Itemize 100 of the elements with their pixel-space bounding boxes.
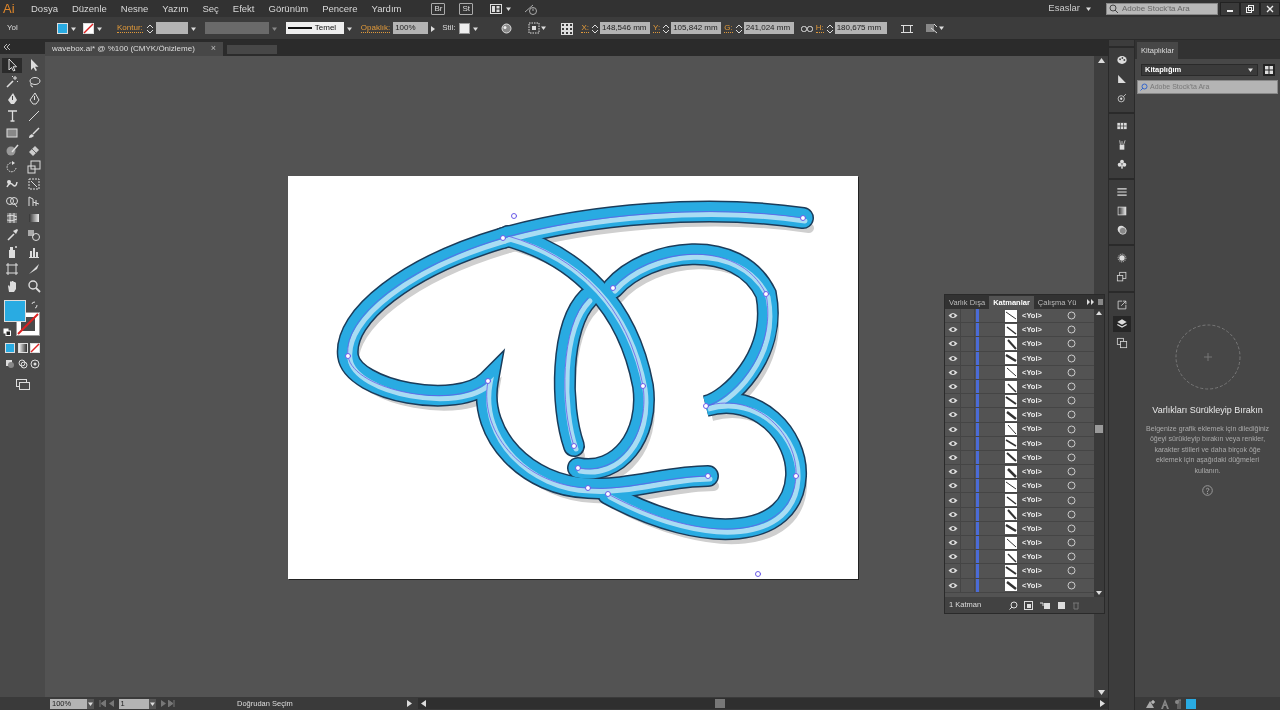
make-clipping-mask-icon[interactable] (1024, 600, 1033, 610)
align-icon[interactable] (528, 22, 541, 34)
panel-menu-icon[interactable] (1086, 298, 1104, 306)
character-style-icon[interactable] (1160, 698, 1170, 709)
new-sublayer-icon[interactable] (1039, 600, 1051, 610)
bridge-button[interactable]: Br (431, 2, 446, 15)
add-library-icon[interactable] (1145, 698, 1156, 709)
draw-inside-icon[interactable] (30, 359, 40, 369)
eye-icon[interactable] (947, 326, 958, 334)
eye-icon[interactable] (947, 581, 958, 589)
menu-item[interactable]: Pencere (315, 0, 365, 17)
stroke-none-swatch[interactable] (83, 22, 94, 34)
coordinate-field[interactable]: 105,842 mm (671, 22, 722, 34)
eye-icon[interactable] (947, 439, 958, 447)
variable-width-field[interactable] (204, 22, 269, 34)
coordinate-label[interactable]: X: (581, 23, 590, 33)
swap-arrow-icon[interactable] (30, 301, 39, 309)
menu-item[interactable]: Görünüm (261, 0, 316, 17)
fill-swatch[interactable] (57, 22, 68, 34)
draw-behind-icon[interactable] (17, 359, 28, 369)
bridge-button[interactable]: St (459, 2, 473, 15)
caret-icon[interactable] (96, 25, 103, 32)
color-swatch-icon[interactable] (1186, 698, 1196, 709)
menu-item[interactable]: Dosya (24, 0, 65, 17)
coordinate-label[interactable]: G: (724, 23, 733, 33)
close-button[interactable] (1260, 1, 1280, 16)
next-page-icon[interactable] (160, 700, 166, 707)
stepper-icon[interactable] (591, 22, 600, 35)
eye-icon[interactable] (947, 553, 958, 561)
coordinate-field[interactable]: 241,024 mm (743, 22, 794, 34)
paragraph-icon[interactable] (1174, 698, 1182, 709)
scroll-thumb[interactable] (1095, 425, 1103, 433)
caret-icon[interactable] (345, 25, 353, 32)
menu-item[interactable]: Yazım (155, 0, 196, 17)
opacity-label[interactable]: Opaklık: (360, 23, 391, 33)
scroll-up-icon[interactable] (1096, 311, 1102, 315)
expand-arrow-icon[interactable] (430, 24, 437, 33)
eye-icon[interactable] (947, 340, 958, 348)
workspace-switcher[interactable]: Esaslar (1048, 1, 1080, 16)
reference-point-icon[interactable] (561, 22, 574, 35)
caret-icon[interactable] (1085, 5, 1092, 12)
scroll-up-icon[interactable] (1097, 58, 1105, 63)
caret-icon[interactable] (540, 25, 548, 31)
menu-item[interactable]: Nesne (113, 0, 156, 17)
coordinate-field[interactable]: 148,546 mm (600, 22, 651, 34)
eye-icon[interactable] (947, 397, 958, 405)
menu-item[interactable]: Yardım (364, 0, 409, 17)
sync-icon[interactable] (523, 3, 538, 16)
first-page-icon[interactable] (99, 700, 106, 707)
restore-button[interactable] (1240, 1, 1260, 16)
caret-icon[interactable] (504, 5, 512, 12)
new-layer-icon[interactable] (1057, 600, 1066, 610)
eye-icon[interactable] (947, 468, 958, 476)
stroke-weight-label[interactable]: Kontur: (117, 23, 143, 33)
stroke-style-field[interactable]: Temel (285, 22, 344, 34)
status-menu-arrow-icon[interactable] (407, 700, 412, 707)
none-mode-icon[interactable] (30, 343, 40, 353)
default-colors-icon[interactable] (2, 328, 11, 336)
stock-search-box[interactable]: Adobe Stock'ta Ara (1106, 2, 1218, 15)
caret-icon[interactable] (1247, 67, 1254, 73)
horizontal-scrollbar[interactable] (418, 698, 1108, 709)
eye-icon[interactable] (947, 539, 958, 547)
caret-icon[interactable] (70, 25, 77, 32)
eye-icon[interactable] (947, 312, 958, 320)
draw-normal-icon[interactable] (5, 359, 15, 369)
coordinate-label[interactable]: Y: (653, 23, 661, 33)
eye-icon[interactable] (947, 496, 958, 504)
grid-view-icon[interactable] (1263, 64, 1275, 76)
coordinate-label[interactable]: H: (815, 23, 824, 33)
eye-icon[interactable] (947, 510, 958, 518)
arrange-documents-icon[interactable] (490, 3, 502, 14)
fill-color-swatch[interactable] (3, 300, 26, 322)
menu-item[interactable]: Efekt (225, 0, 262, 17)
link-proportions-icon[interactable] (800, 23, 813, 34)
eye-icon[interactable] (947, 354, 958, 362)
recolor-icon[interactable] (501, 23, 513, 35)
stepper-icon[interactable] (734, 22, 743, 35)
help-icon[interactable] (1202, 484, 1213, 496)
eye-icon[interactable] (947, 411, 958, 419)
stepper-icon[interactable] (145, 22, 154, 35)
caret-icon[interactable] (148, 700, 156, 707)
scroll-down-icon[interactable] (1097, 690, 1105, 695)
collapse-icon[interactable] (2, 44, 11, 50)
stepper-icon[interactable] (662, 22, 671, 35)
stock-search-field[interactable]: Adobe Stock'ta Ara (1122, 2, 1217, 15)
eye-icon[interactable] (947, 524, 958, 532)
previous-page-icon[interactable] (108, 700, 114, 707)
stroke-weight-field[interactable] (155, 22, 188, 34)
eye-icon[interactable] (947, 482, 958, 490)
opacity-field[interactable]: 100% (393, 22, 429, 34)
menu-item[interactable]: Düzenle (64, 0, 114, 17)
caret-icon[interactable] (937, 25, 945, 31)
coordinate-field[interactable]: 180,675 mm (834, 22, 887, 34)
eye-icon[interactable] (947, 368, 958, 376)
menu-item[interactable]: Seç (195, 0, 226, 17)
eye-icon[interactable] (947, 425, 958, 433)
layers-icon[interactable] (1112, 316, 1131, 332)
stepper-icon[interactable] (825, 22, 834, 35)
isolate-icon[interactable] (924, 22, 938, 34)
last-page-icon[interactable] (168, 700, 175, 707)
